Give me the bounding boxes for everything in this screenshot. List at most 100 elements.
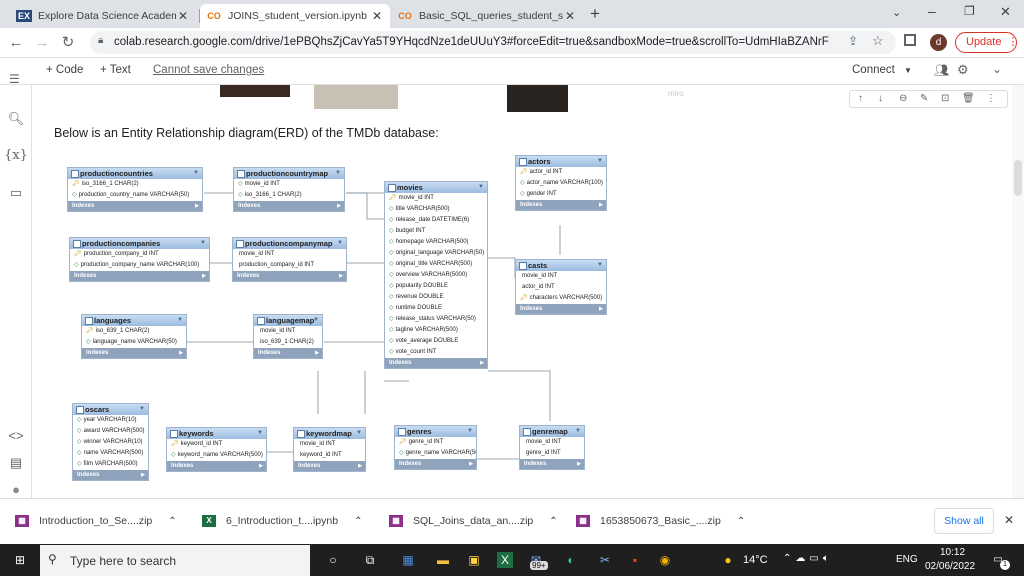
cell-toolbar: ↑ ↓ ⊖ ✎ ⊡ 🗑︎ ⋮: [849, 90, 1008, 108]
chevron-up-icon[interactable]: ⌃: [168, 516, 176, 527]
clock-date[interactable]: 02/06/2022: [925, 561, 975, 572]
erd-column: 🔑︎ iso_639_1 CHAR(2): [82, 326, 186, 337]
chevron-up-icon[interactable]: ⌃: [354, 516, 362, 527]
column-diamond-icon: ◇: [77, 461, 82, 467]
erd-column: production_company_id INT: [233, 260, 346, 271]
restore-icon[interactable]: ❐: [964, 4, 975, 18]
zip-file-icon: ▦: [576, 515, 590, 527]
bookmark-star-icon[interactable]: ☆: [872, 33, 884, 49]
close-window-icon[interactable]: ✕: [1000, 4, 1011, 20]
share-icon[interactable]: ⇪: [848, 34, 858, 48]
add-text-button[interactable]: + Text: [100, 64, 131, 76]
url-text[interactable]: colab.research.google.com/drive/1ePBQhsZ…: [114, 36, 829, 48]
image-thumbnail: [314, 85, 398, 109]
browser-toolbar: ← → ↻ 🔒︎ colab.research.google.com/drive…: [0, 28, 1024, 58]
column-diamond-icon: ◇: [389, 272, 394, 278]
forward-icon[interactable]: →: [32, 33, 52, 53]
mirror-icon[interactable]: ⊡: [941, 93, 949, 104]
close-tab-icon[interactable]: ✕: [176, 9, 190, 23]
erd-column: 🔑︎ characters VARCHAR(500): [516, 293, 606, 304]
erd-column: 🔑︎ genre_id INT: [395, 437, 476, 448]
scrollbar[interactable]: [1012, 85, 1024, 498]
close-tab-icon[interactable]: ✕: [370, 9, 384, 23]
column-diamond-icon: ◇: [389, 239, 394, 245]
erd-table-title: movies: [385, 182, 487, 193]
temperature[interactable]: 14°C: [743, 554, 768, 566]
erd-column-text: iso_639_1 CHAR(2): [95, 328, 150, 334]
download-item[interactable]: ▦ SQL_Joins_data_an....zip ⌃: [389, 515, 558, 527]
reload-icon[interactable]: ↻: [58, 33, 78, 53]
download-item[interactable]: X 6_Introduction_t....ipynb ⌃: [202, 515, 362, 527]
erd-column-text: movie_id INT: [239, 251, 275, 257]
close-tab-icon[interactable]: ✕: [563, 9, 577, 23]
tab-search-icon[interactable]: ⌄: [892, 6, 901, 19]
address-bar[interactable]: 🔒︎ colab.research.google.com/drive/1ePBQ…: [90, 31, 896, 54]
chrome-icon[interactable]: ◉: [657, 552, 673, 568]
menu-icon[interactable]: ☰: [9, 72, 20, 86]
download-item[interactable]: ▦ Introduction_to_Se....zip ⌃: [15, 515, 177, 527]
task-view-icon[interactable]: ⧉: [362, 552, 378, 568]
erd-indexes-row: Indexes: [167, 461, 266, 471]
variables-icon[interactable]: {x}: [0, 148, 32, 163]
minimize-icon[interactable]: –: [928, 3, 936, 19]
files-folder-icon[interactable]: ▭: [0, 185, 32, 201]
show-all-button[interactable]: Show all: [934, 508, 994, 534]
app-icon[interactable]: ▪: [627, 552, 643, 568]
tab-explore[interactable]: EX Explore Data Science Academy ✕: [10, 4, 196, 28]
move-up-icon[interactable]: ↑: [858, 93, 863, 104]
excel-file-icon: X: [202, 515, 216, 527]
delete-icon[interactable]: 🗑︎: [962, 93, 975, 104]
collapse-chevron-icon[interactable]: ⌄: [992, 62, 1002, 76]
move-down-icon[interactable]: ↓: [878, 93, 883, 104]
language-indicator[interactable]: ENG: [896, 554, 918, 565]
settings-gear-icon[interactable]: ⚙: [957, 62, 969, 78]
more-icon[interactable]: ⋮: [986, 93, 996, 104]
column-diamond-icon: ◇: [520, 191, 525, 197]
file-explorer-icon[interactable]: ▬: [435, 552, 451, 568]
close-downloads-icon[interactable]: ✕: [1004, 513, 1014, 527]
tab-joins[interactable]: CO JOINS_student_version.ipynb - C ✕: [200, 4, 390, 28]
share-people-icon[interactable]: 👥︎: [934, 63, 949, 77]
snipping-icon[interactable]: ✂: [597, 552, 613, 568]
search-icon[interactable]: 🔍︎: [0, 111, 32, 127]
clock-time[interactable]: 10:12: [940, 547, 965, 558]
sidepanel-icon[interactable]: [904, 34, 916, 46]
erd-column: ◇ popularity DOUBLE: [385, 281, 487, 292]
store-icon[interactable]: ▣: [466, 552, 482, 568]
cortana-icon[interactable]: ○: [325, 552, 341, 568]
profile-avatar[interactable]: d: [930, 34, 947, 51]
windows-start-icon[interactable]: ⊞: [12, 552, 28, 568]
weather-sun-icon: ●: [724, 553, 732, 567]
edge-icon[interactable]: ◐: [563, 552, 579, 568]
edit-pencil-icon[interactable]: ✎: [920, 93, 928, 104]
erd-column-text: release_date DATETIME(6): [395, 217, 470, 223]
excel-icon[interactable]: X: [497, 552, 513, 568]
tray-icons[interactable]: ⌃☁▭🔈︎: [783, 553, 833, 564]
terminal-icon[interactable]: ▤: [0, 455, 32, 471]
download-item[interactable]: ▦ 1653850673_Basic_....zip ⌃: [576, 515, 745, 527]
erd-column-text: film VARCHAR(500): [83, 461, 138, 467]
taskbar-search[interactable]: ⚲ Type here to search: [40, 545, 310, 576]
code-snippets-icon[interactable]: <>: [0, 428, 32, 443]
tab-basic-sql[interactable]: CO Basic_SQL_queries_student_soluti ✕: [391, 4, 583, 28]
erd-column-text: overview VARCHAR(5000): [395, 272, 468, 278]
back-icon[interactable]: ←: [6, 33, 26, 53]
update-button[interactable]: Update ⋮: [955, 32, 1018, 53]
cannot-save-link[interactable]: Cannot save changes: [153, 64, 264, 76]
link-icon[interactable]: ⊖: [899, 93, 907, 104]
erd-column: ◇ budget INT: [385, 226, 487, 237]
erd-column: movie_id INT: [294, 439, 365, 450]
zip-file-icon: ▦: [389, 515, 403, 527]
chevron-up-icon[interactable]: ⌃: [549, 516, 557, 527]
connect-button[interactable]: Connect ▼: [852, 64, 912, 76]
scrollbar-thumb[interactable]: [1014, 160, 1022, 196]
update-label: Update: [966, 36, 1002, 48]
chevron-up-icon[interactable]: ⌃: [737, 516, 745, 527]
new-tab-button[interactable]: +: [590, 4, 600, 24]
column-diamond-icon: ◇: [389, 327, 394, 333]
erd-column-text: winner VARCHAR(10): [83, 439, 143, 445]
add-code-button[interactable]: + Code: [46, 64, 83, 76]
erd-table-productioncompanies: productioncompanies🔑︎production_company_…: [69, 237, 210, 282]
widgets-icon[interactable]: ▦: [400, 552, 416, 568]
tab-title: JOINS_student_version.ipynb - C: [228, 10, 370, 22]
